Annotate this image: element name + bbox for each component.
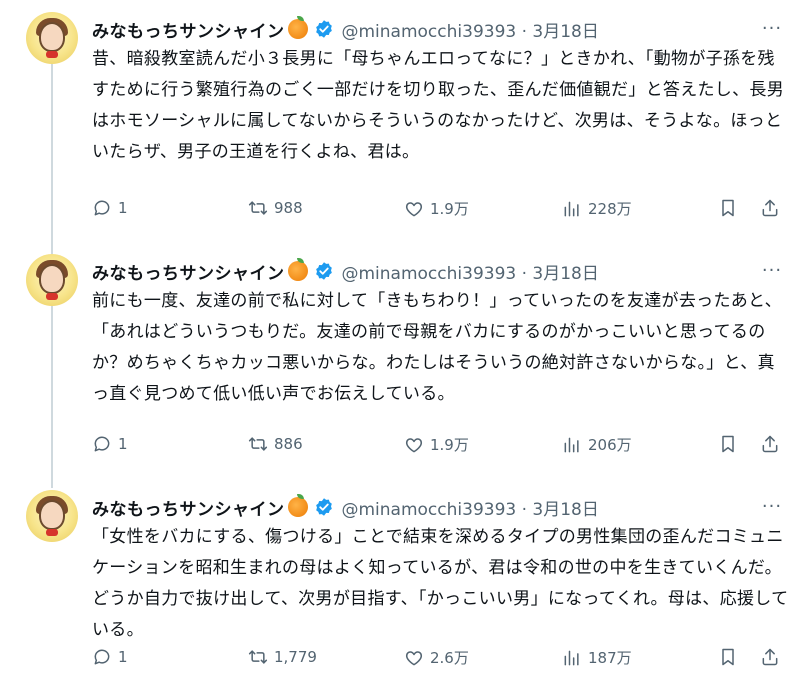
- retweet-button[interactable]: 988: [248, 198, 303, 218]
- reply-button[interactable]: 1: [92, 434, 128, 454]
- like-button[interactable]: 1.9万: [404, 434, 469, 455]
- share-icon: [762, 199, 778, 217]
- thread-line: [51, 64, 53, 254]
- like-button[interactable]: 1.9万: [404, 198, 469, 219]
- bookmark-icon: [722, 648, 734, 666]
- view-count: 228万: [588, 200, 632, 218]
- like-icon: [405, 201, 423, 216]
- bookmark-icon: [722, 435, 734, 453]
- retweet-icon: [248, 201, 268, 215]
- like-icon: [405, 650, 423, 665]
- tweet-actions: 1 1,779 2.6万 187万: [92, 647, 784, 671]
- handle-and-date[interactable]: @minamocchi39393 · 3月18日: [342, 17, 599, 42]
- like-count: 1.9万: [430, 436, 469, 454]
- like-count: 1.9万: [430, 200, 469, 218]
- like-button[interactable]: 2.6万: [404, 647, 469, 668]
- tweet-header: みなもっちサンシャイン @minamocchi39393 · 3月18日 ···: [92, 494, 784, 520]
- reply-count: 1: [118, 648, 128, 666]
- views-button[interactable]: 206万: [562, 434, 632, 455]
- views-icon: [564, 650, 579, 665]
- views-button[interactable]: 228万: [562, 198, 632, 219]
- tweet-actions: 1 886 1.9万 206万: [92, 434, 784, 458]
- share-icon: [762, 435, 778, 453]
- reply-icon: [94, 649, 110, 665]
- tweet-header: みなもっちサンシャイン @minamocchi39393 · 3月18日 ···: [92, 258, 784, 284]
- views-icon: [564, 201, 579, 216]
- tweet-text: 昔、暗殺教室読んだ小３長男に「母ちゃんエロってなに？」ときかれ、「動物が子孫を残…: [92, 49, 784, 162]
- reply-count: 1: [118, 199, 128, 217]
- tweet-header: みなもっちサンシャイン @minamocchi39393 · 3月18日 ···: [92, 16, 784, 42]
- more-icon[interactable]: ···: [760, 496, 784, 517]
- retweet-count: 988: [274, 199, 303, 217]
- display-name[interactable]: みなもっちサンシャイン: [92, 495, 285, 520]
- bookmark-icon: [722, 199, 734, 217]
- share-button[interactable]: [760, 198, 780, 218]
- retweet-icon: [248, 437, 268, 451]
- views-icon: [564, 437, 579, 452]
- retweet-button[interactable]: 886: [248, 434, 303, 454]
- bookmark-button[interactable]: [718, 434, 738, 454]
- handle-and-date[interactable]: @minamocchi39393 · 3月18日: [342, 259, 599, 284]
- verified-icon: [315, 262, 332, 280]
- orange-emoji-icon: [287, 16, 308, 39]
- avatar[interactable]: [26, 490, 78, 542]
- reply-icon: [94, 436, 110, 452]
- avatar[interactable]: [26, 12, 78, 64]
- retweet-button[interactable]: 1,779: [248, 647, 317, 667]
- reply-button[interactable]: 1: [92, 198, 128, 218]
- display-name[interactable]: みなもっちサンシャイン: [92, 17, 285, 42]
- thread-line: [51, 306, 53, 488]
- view-count: 206万: [588, 436, 632, 454]
- verified-icon: [315, 20, 332, 38]
- like-count: 2.6万: [430, 649, 469, 667]
- more-icon[interactable]: ···: [760, 18, 784, 39]
- tweet-text: 前にも一度、友達の前で私に対して「きもちわり！」っていったのを友達が去ったあと、…: [92, 291, 782, 404]
- tweet-text: 「女性をバカにする、傷つける」ことで結束を深めるタイプの男性集団の歪んだコミュニ…: [92, 527, 789, 640]
- orange-emoji-icon: [287, 258, 308, 281]
- retweet-icon: [248, 650, 268, 664]
- bookmark-button[interactable]: [718, 198, 738, 218]
- views-button[interactable]: 187万: [562, 647, 632, 668]
- share-icon: [762, 648, 778, 666]
- reply-count: 1: [118, 435, 128, 453]
- reply-icon: [94, 200, 110, 216]
- orange-emoji-icon: [287, 494, 308, 517]
- retweet-count: 1,779: [274, 648, 317, 666]
- share-button[interactable]: [760, 434, 780, 454]
- handle-and-date[interactable]: @minamocchi39393 · 3月18日: [342, 495, 599, 520]
- reply-button[interactable]: 1: [92, 647, 128, 667]
- like-icon: [405, 437, 423, 452]
- verified-icon: [315, 498, 332, 516]
- avatar[interactable]: [26, 254, 78, 306]
- view-count: 187万: [588, 649, 632, 667]
- share-button[interactable]: [760, 647, 780, 667]
- retweet-count: 886: [274, 435, 303, 453]
- more-icon[interactable]: ···: [760, 260, 784, 281]
- bookmark-button[interactable]: [718, 647, 738, 667]
- display-name[interactable]: みなもっちサンシャイン: [92, 259, 285, 284]
- tweet-actions: 1 988 1.9万 228万: [92, 198, 784, 222]
